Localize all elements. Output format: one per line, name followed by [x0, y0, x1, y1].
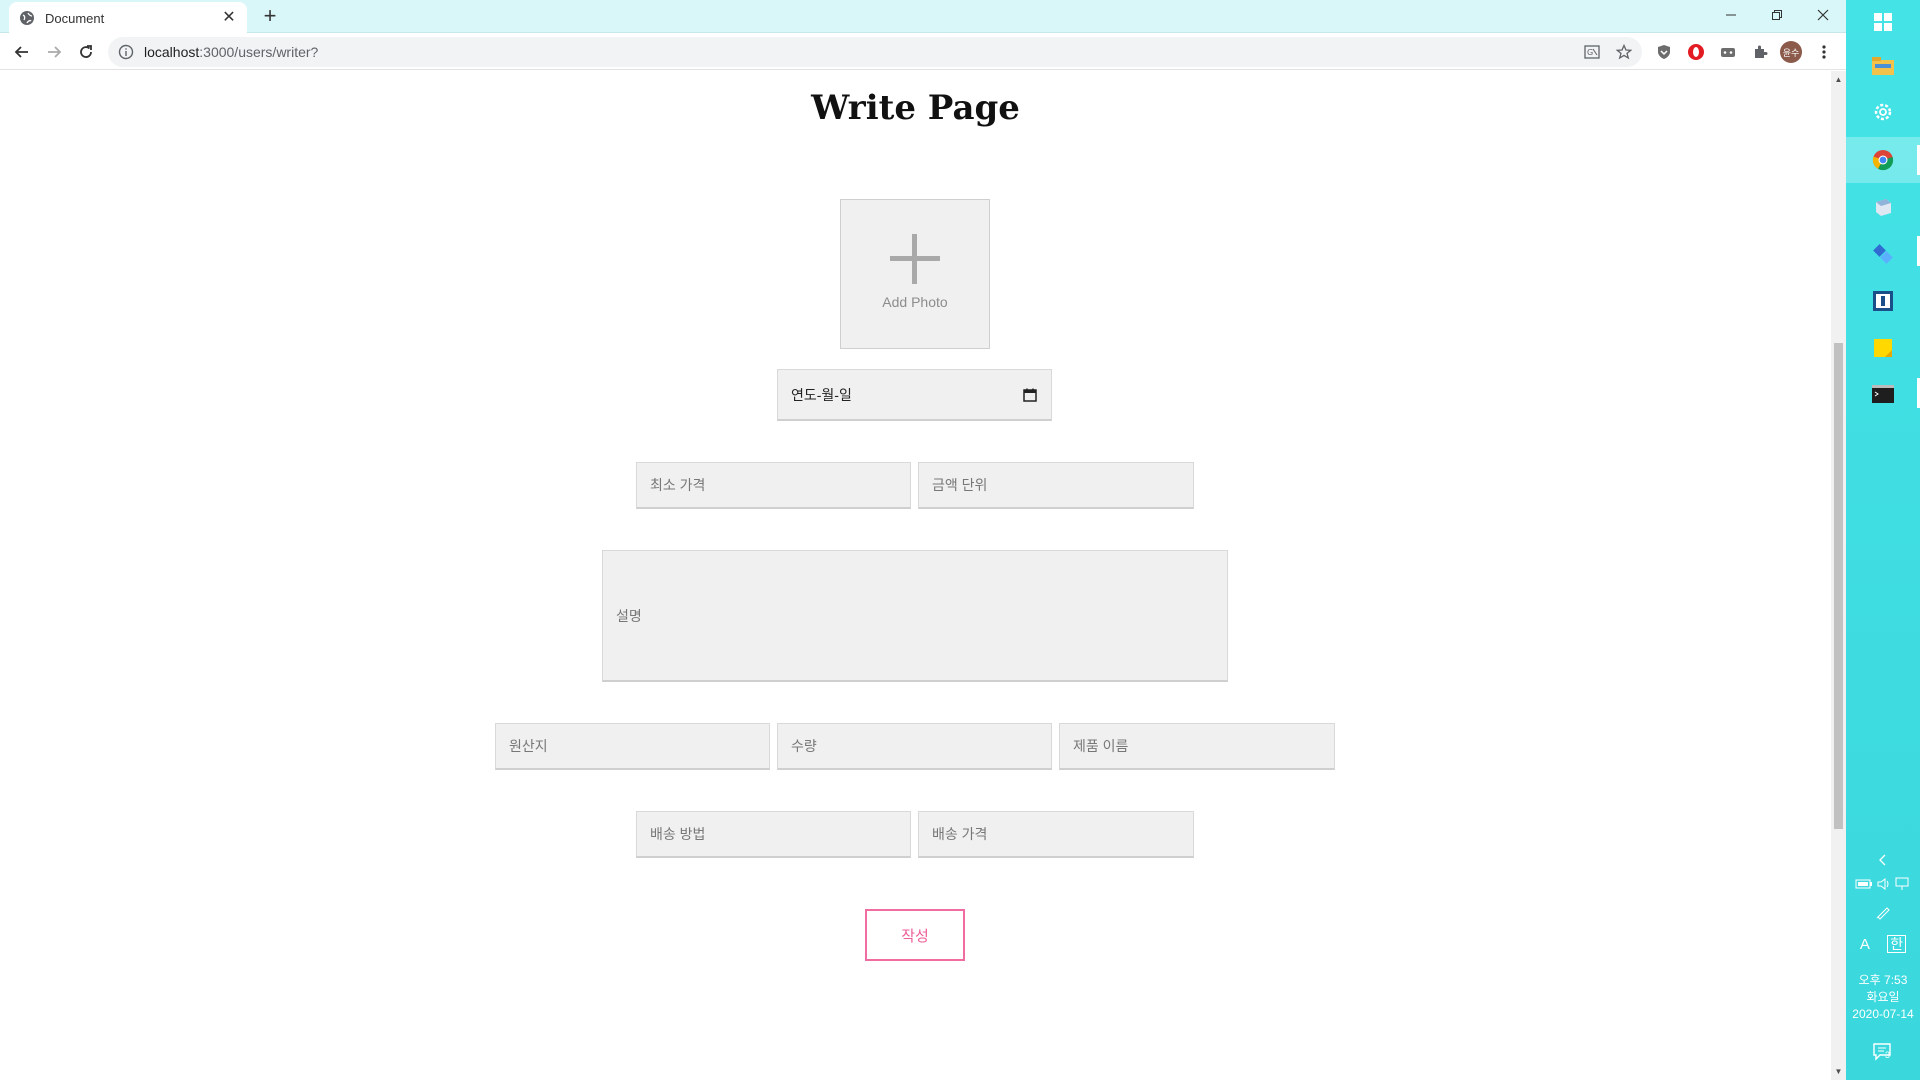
minimize-icon — [1726, 14, 1736, 16]
shipping-price-field[interactable] — [918, 811, 1194, 858]
shield-extension[interactable] — [1654, 42, 1674, 62]
new-tab-button[interactable]: + — [258, 5, 282, 29]
pen-icon[interactable] — [1869, 898, 1897, 926]
windows-taskbar: A 한 오후 7:53 화요일 2020-07-14 3 — [1846, 0, 1920, 1080]
product-name-field[interactable] — [1059, 723, 1335, 770]
settings-gear-icon[interactable] — [1869, 98, 1897, 126]
puzzle-icon — [1755, 45, 1768, 58]
currency-input[interactable] — [932, 463, 1193, 507]
profile-avatar[interactable]: 윤수 — [1780, 41, 1802, 63]
add-photo-label: Add Photo — [882, 294, 948, 310]
red-circle-extension-icon — [1688, 44, 1704, 60]
browser-menu-button[interactable] — [1814, 42, 1834, 62]
scroll-up-arrow-icon[interactable]: ▲ — [1834, 75, 1843, 84]
notification-count-badge: 3 — [1885, 1050, 1891, 1060]
description-input[interactable] — [616, 551, 1227, 680]
product-name-input[interactable] — [1073, 724, 1334, 768]
reload-icon — [80, 45, 92, 58]
game-extension[interactable] — [1718, 42, 1738, 62]
ime-alpha-label: A — [1859, 936, 1870, 953]
tab-strip: Document ✕ + — [0, 0, 1846, 34]
app-cube-icon[interactable] — [1869, 193, 1897, 221]
page-title: Write Page — [811, 88, 1020, 128]
translate-icon: G — [1584, 45, 1600, 59]
network-app-icon[interactable] — [1869, 240, 1897, 268]
clock[interactable]: 오후 7:53 화요일 2020-07-14 — [1846, 972, 1920, 1023]
ime-indicator[interactable]: A 한 — [1846, 934, 1920, 954]
currency-field[interactable] — [918, 462, 1194, 509]
minimize-button[interactable] — [1708, 0, 1754, 30]
reload-button[interactable] — [72, 38, 100, 66]
address-bar[interactable]: localhost :3000/users/writer? — [108, 37, 1642, 67]
origin-field[interactable] — [495, 723, 770, 770]
forward-button[interactable] — [40, 38, 68, 66]
plus-icon — [890, 234, 940, 284]
clock-time: 오후 7:53 — [1858, 973, 1908, 987]
close-window-icon — [1817, 9, 1829, 21]
clock-date: 2020-07-14 — [1852, 1007, 1914, 1021]
browser-window: Document ✕ + localhost :3000/users/write… — [0, 0, 1846, 1080]
notification-center-icon[interactable]: 3 — [1869, 1038, 1897, 1066]
forward-arrow-icon — [48, 46, 62, 58]
code-editor-icon[interactable] — [1869, 287, 1897, 315]
close-icon[interactable]: ✕ — [221, 10, 237, 26]
kebab-menu-icon — [1822, 45, 1826, 59]
min-price-input[interactable] — [650, 463, 910, 507]
shipping-method-field[interactable] — [636, 811, 911, 858]
clock-weekday: 화요일 — [1866, 990, 1900, 1004]
ime-hangul-label: 한 — [1887, 935, 1907, 953]
page-viewport: Write Page Add Photo 연도-월-일 최소 가격 금액 단위 … — [0, 71, 1831, 1080]
tab-title: Document — [45, 10, 105, 26]
windows-start-icon[interactable] — [1869, 8, 1897, 36]
opera-extension[interactable] — [1686, 42, 1706, 62]
scroll-thumb[interactable] — [1834, 343, 1843, 829]
origin-input[interactable] — [509, 724, 769, 768]
back-button[interactable] — [8, 38, 36, 66]
shield-icon — [1658, 45, 1670, 59]
star-icon — [1616, 44, 1632, 60]
url-host: localhost — [144, 44, 200, 60]
browser-tab[interactable]: Document ✕ — [9, 2, 247, 34]
terminal-icon[interactable] — [1869, 380, 1897, 408]
back-arrow-icon — [14, 46, 28, 58]
svg-text:G: G — [1587, 48, 1593, 57]
quantity-field[interactable] — [777, 723, 1052, 770]
info-icon[interactable] — [118, 44, 134, 60]
submit-button[interactable]: 작성 — [865, 909, 965, 961]
description-field[interactable] — [602, 550, 1228, 682]
translate-button[interactable]: G — [1582, 42, 1602, 62]
calendar-icon[interactable] — [1023, 388, 1037, 402]
min-price-field[interactable] — [636, 462, 911, 509]
chrome-icon[interactable] — [1869, 146, 1897, 174]
globe-icon — [20, 11, 34, 25]
add-photo-button[interactable]: Add Photo — [840, 199, 990, 349]
close-window-button[interactable] — [1800, 0, 1846, 30]
scroll-down-arrow-icon[interactable]: ▼ — [1834, 1067, 1843, 1076]
shipping-price-input[interactable] — [932, 812, 1193, 856]
gamepad-icon — [1721, 48, 1735, 57]
extensions-button[interactable] — [1750, 42, 1770, 62]
browser-toolbar: localhost :3000/users/writer? G 윤수 — [0, 34, 1846, 70]
url-path: :3000/users/writer? — [199, 44, 319, 60]
restore-button[interactable] — [1754, 0, 1800, 30]
network-icon[interactable] — [1890, 870, 1918, 898]
date-input[interactable]: 연도-월-일 — [777, 369, 1052, 421]
page-scrollbar[interactable]: ▲ ▼ — [1831, 71, 1846, 1080]
shipping-method-input[interactable] — [650, 812, 910, 856]
quantity-input[interactable] — [791, 724, 1051, 768]
restore-icon — [1772, 10, 1782, 20]
sticky-notes-icon[interactable] — [1869, 334, 1897, 362]
file-explorer-icon[interactable] — [1869, 52, 1897, 80]
bookmark-button[interactable] — [1614, 42, 1634, 62]
date-placeholder: 연도-월-일 — [791, 386, 852, 403]
